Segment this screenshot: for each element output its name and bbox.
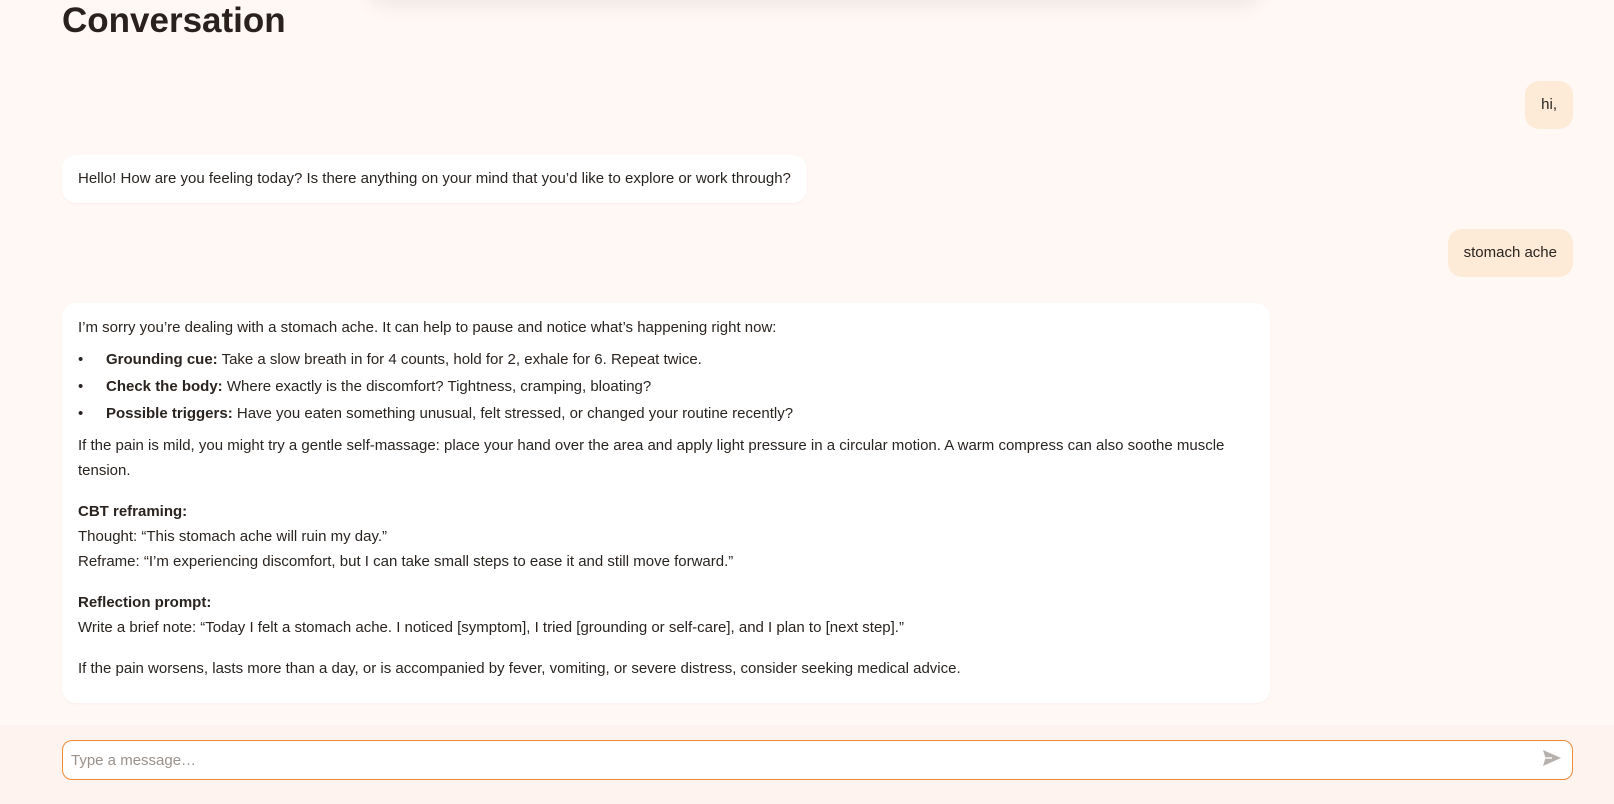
tips-list: • Grounding cue: Take a slow breath in f… [78,346,1254,427]
cbt-thought: Thought: “This stomach ache will ruin my… [78,528,388,545]
send-button[interactable] [1532,741,1572,779]
self-care-paragraph: If the pain is mild, you might try a gen… [78,437,1225,479]
list-item-label: Possible triggers: [106,405,233,422]
reflection-heading: Reflection prompt: [78,594,212,611]
bullet-icon: • [78,405,84,422]
user-message-row: stomach ache [1447,229,1573,277]
message-intro: I’m sorry you’re dealing with a stomach … [78,319,777,336]
message-input[interactable] [63,741,1532,779]
list-item-text: Where exactly is the discomfort? Tightne… [222,378,652,395]
list-item: • Possible triggers: Have you eaten some… [78,400,1254,427]
reflection-text: Write a brief note: “Today I felt a stom… [78,619,904,636]
list-item-text: Have you eaten something unusual, felt s… [232,405,794,422]
list-item: • Grounding cue: Take a slow breath in f… [78,346,1254,373]
list-item-label: Grounding cue: [106,351,218,368]
cbt-reframe: Reframe: “I’m experiencing discomfort, b… [78,553,734,570]
user-message-bubble: stomach ache [1447,229,1573,277]
send-icon [1542,749,1562,772]
assistant-message-row: I’m sorry you’re dealing with a stomach … [62,303,1270,703]
cbt-heading: CBT reframing: [78,503,188,520]
list-item: • Check the body: Where exactly is the d… [78,373,1254,400]
user-message-bubble: hi, [1525,81,1573,129]
list-item-text: Take a slow breath in for 4 counts, hold… [217,351,702,368]
bullet-icon: • [78,351,84,368]
assistant-message-bubble: Hello! How are you feeling today? Is the… [62,155,807,203]
message-composer [62,740,1573,780]
bullet-icon: • [78,378,84,395]
closing-advice: If the pain worsens, lasts more than a d… [78,660,961,677]
user-message-row: hi, [1525,81,1573,129]
assistant-message-bubble: I’m sorry you’re dealing with a stomach … [62,303,1270,703]
page-title: Conversation [62,1,286,40]
assistant-message-row: Hello! How are you feeling today? Is the… [62,155,807,203]
list-item-label: Check the body: [106,378,223,395]
